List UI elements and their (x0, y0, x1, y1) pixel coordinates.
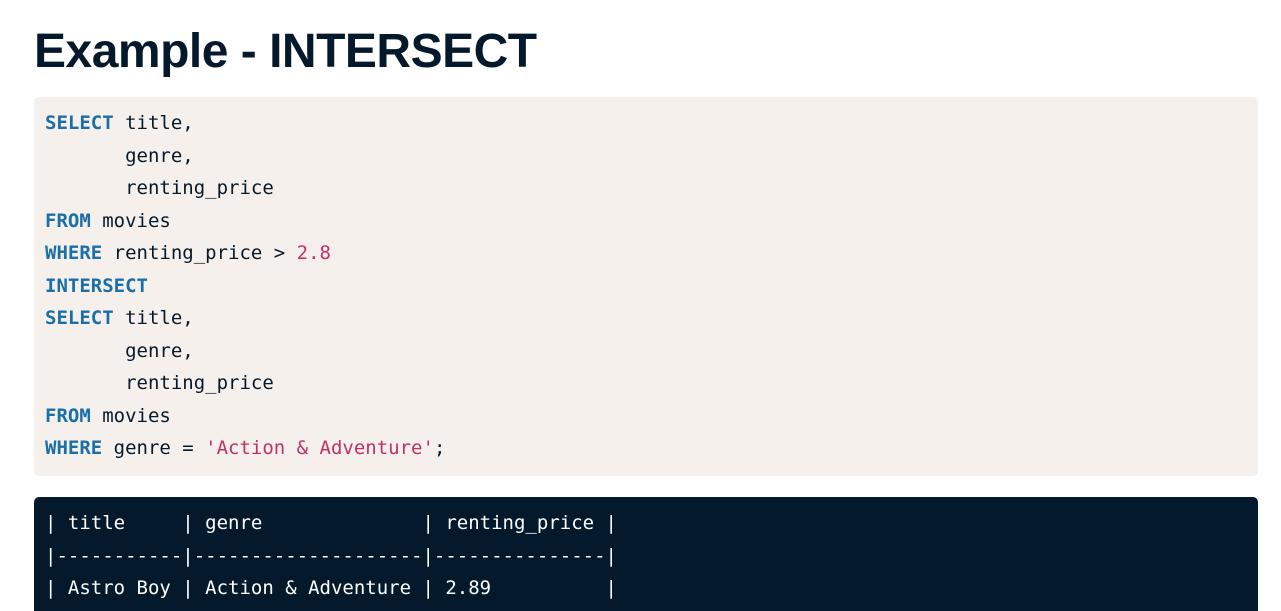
code-line: SELECT title, (45, 302, 1258, 335)
code-text: movies (90, 404, 171, 427)
sql-code-block: SELECT title, genre, renting_price FROM … (34, 97, 1258, 476)
code-line: FROM movies (45, 205, 1258, 238)
slide-title: Example - INTERSECT (34, 25, 537, 78)
code-line: SELECT title, (45, 107, 1258, 140)
sql-keyword: FROM (45, 209, 91, 232)
output-header-row: | title | genre | renting_price | (45, 512, 617, 534)
sql-keyword: WHERE (45, 437, 103, 459)
code-text: movies (90, 209, 171, 232)
numeric-literal: 2.8 (296, 242, 331, 264)
sql-keyword: WHERE (45, 242, 103, 264)
code-text: renting_price > (102, 242, 297, 264)
sql-keyword: SELECT (45, 112, 114, 134)
output-separator-row: |-----------|--------------------|------… (45, 544, 617, 567)
code-text: renting_price (45, 372, 274, 394)
code-text: ; (433, 437, 446, 459)
code-line: INTERSECT (45, 270, 1258, 303)
code-line: renting_price (45, 367, 1258, 400)
code-text: title, (113, 307, 194, 329)
code-line: genre, (45, 140, 1258, 173)
output-data-row: | Astro Boy | Action & Adventure | 2.89 … (45, 577, 617, 599)
string-literal: 'Action & Adventure' (205, 437, 434, 459)
slide: Example - INTERSECT SELECT title, genre,… (0, 0, 1281, 611)
code-line: WHERE renting_price > 2.8 (45, 237, 1258, 270)
sql-keyword: INTERSECT (45, 274, 148, 297)
code-text: genre = (102, 437, 206, 459)
code-text: title, (113, 112, 194, 134)
query-output-block: | title | genre | renting_price | |-----… (34, 497, 1258, 611)
sql-keyword: SELECT (45, 307, 114, 329)
code-text: genre, (45, 144, 194, 167)
sql-keyword: FROM (45, 404, 91, 427)
code-line: FROM movies (45, 400, 1258, 433)
code-line: genre, (45, 335, 1258, 368)
code-line: renting_price (45, 172, 1258, 205)
code-line: WHERE genre = 'Action & Adventure'; (45, 432, 1258, 465)
code-text: genre, (45, 339, 194, 362)
code-text: renting_price (45, 177, 274, 199)
